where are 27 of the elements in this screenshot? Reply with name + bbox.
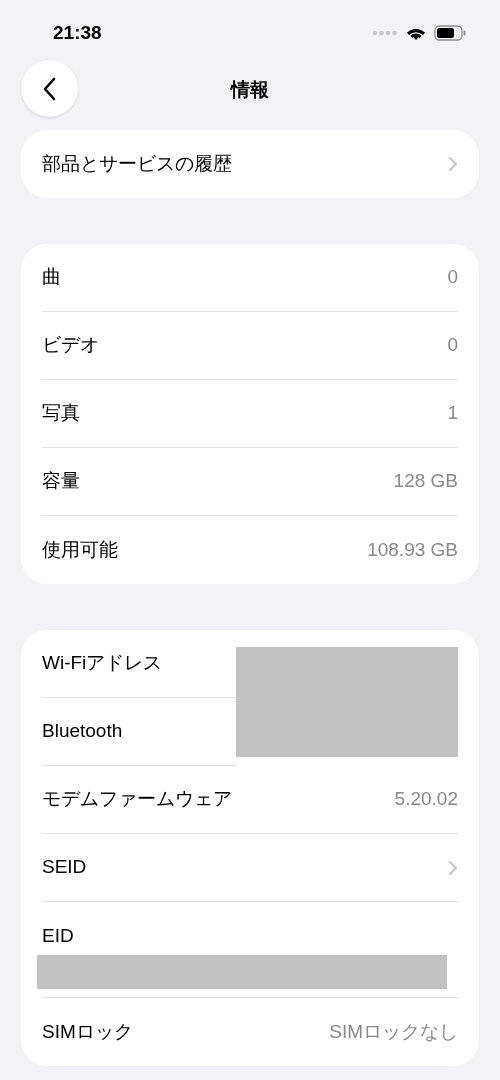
battery-icon	[434, 25, 466, 41]
row-label: 写真	[42, 401, 80, 426]
row-label: EID	[42, 924, 75, 948]
list-row[interactable]: 部品とサービスの履歴	[42, 130, 458, 198]
row-label: SIMロック	[42, 1019, 133, 1044]
row-value: SIMロックなし	[329, 1019, 458, 1044]
row-label: モデムファームウェア	[42, 787, 232, 812]
back-button[interactable]	[21, 60, 78, 117]
back-icon	[42, 76, 57, 101]
chevron-icon	[448, 859, 458, 876]
status-time: 21:38	[53, 20, 102, 45]
row-label: 使用可能	[42, 537, 118, 562]
signal-icon	[372, 30, 398, 36]
row-value: 5.20.02	[394, 787, 458, 812]
row-value: 0	[447, 265, 458, 290]
nav-title: 情報	[231, 77, 269, 102]
row-value: 1	[447, 401, 458, 426]
row-value: 0	[447, 333, 458, 358]
row-label: 曲	[42, 265, 61, 290]
list-row[interactable]: SEID	[42, 834, 458, 902]
chevron-icon	[448, 156, 458, 172]
row-label: 容量	[42, 469, 80, 494]
row-label: Bluetooth	[42, 719, 123, 744]
row-label: Wi-Fiアドレス	[42, 651, 163, 676]
row-value: 128 GB	[393, 469, 458, 494]
row-value: 108.93 GB	[367, 537, 458, 562]
row-label: ビデオ	[42, 333, 99, 358]
